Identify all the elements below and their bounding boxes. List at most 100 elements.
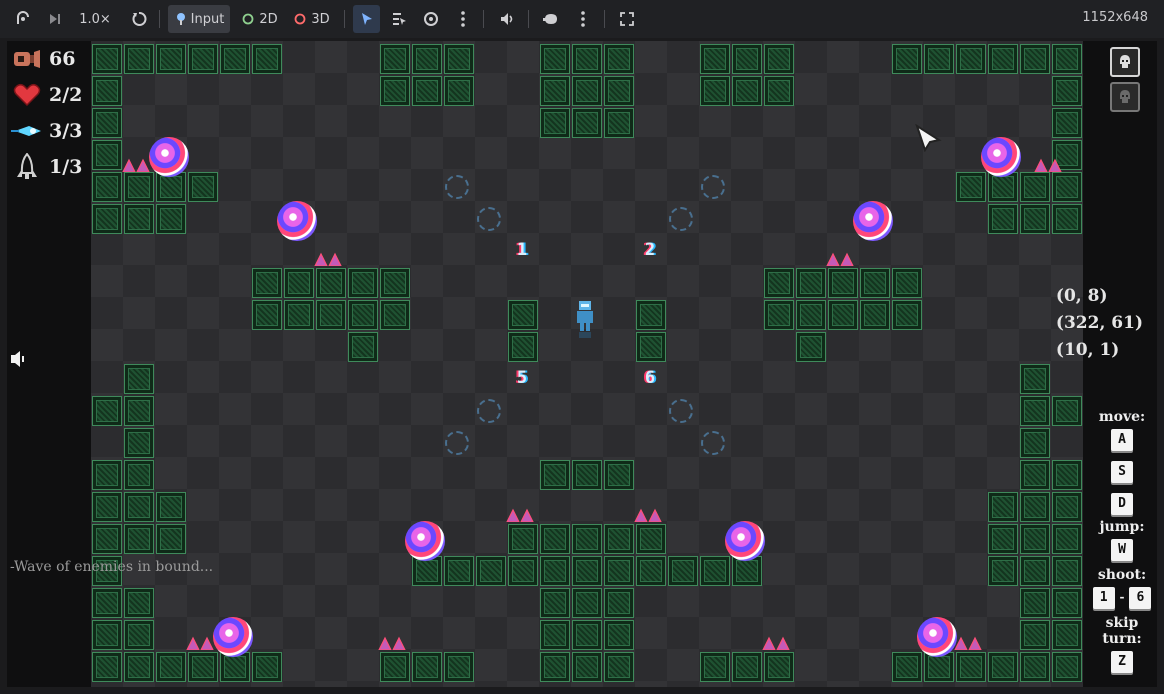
heart-icon [11,81,43,109]
wall-tile [156,204,186,234]
more-options-icon[interactable] [572,5,594,33]
wall-tile [796,300,826,330]
wall-tile [284,300,314,330]
wall-tile [476,556,506,586]
coord-line: (322, 61) [1055,313,1143,333]
wall-tile [988,44,1018,74]
wall-tile [1052,588,1082,618]
wall-tile [412,76,442,106]
wall-tile [572,76,602,106]
wall-tile [92,204,122,234]
wall-tile [988,204,1018,234]
wall-tile [604,460,634,490]
input-mode-button[interactable]: Input [168,5,230,33]
wall-tile [668,556,698,586]
wall-tile [636,332,666,362]
wall-tile [252,652,282,682]
wall-tile [1052,204,1082,234]
target-ring-icon [477,207,501,231]
select-arrow-icon[interactable] [353,5,380,33]
key-1: 1 [1092,587,1115,609]
wall-tile [92,76,122,106]
key-6: 6 [1129,587,1152,609]
fullscreen-icon[interactable] [616,5,638,33]
reset-speed-icon[interactable] [128,5,150,33]
wall-tile [1020,492,1050,522]
spike-trap-icon [377,635,409,651]
wall-tile [988,524,1018,554]
enemy-orb-icon [405,521,445,561]
view-3d-button[interactable]: 3D [292,5,332,33]
wall-tile [604,556,634,586]
wall-tile [924,44,954,74]
key-d: D [1111,493,1133,515]
mouse-cursor-icon [915,123,943,156]
wall-tile [1052,652,1082,682]
key-z: Z [1111,651,1133,673]
wall-tile [764,652,794,682]
skip-label: skip [1105,615,1139,631]
speed-selector[interactable]: 1.0× [76,5,114,33]
wall-tile [988,556,1018,586]
wall-tile [156,524,186,554]
step-frame-icon[interactable] [44,5,66,33]
enemy-orb-icon [725,521,765,561]
wall-tile [860,300,890,330]
wall-tile [572,108,602,138]
wall-tile [732,76,762,106]
circle-3d-icon [294,13,306,25]
wall-tile [444,652,474,682]
shoot-slot-6: 6 [644,368,656,388]
wall-tile [1020,652,1050,682]
more-options-icon[interactable] [452,5,474,33]
wall-tile [572,524,602,554]
editor-toolbar: 1.0× Input 2D 3D 1152x648 [0,0,1164,38]
wall-tile [1052,396,1082,426]
wall-tile [188,44,218,74]
lives-stat: 1/3 [11,153,82,181]
target-ring-icon [477,399,501,423]
rocket-icon [11,153,43,181]
wall-tile [380,268,410,298]
status-message: -Wave of enemies in bound... [10,559,214,575]
key-s: S [1111,461,1133,483]
wall-tile [540,460,570,490]
wall-tile [764,268,794,298]
wall-tile [508,332,538,362]
target-ring-icon [445,175,469,199]
view-2d-button[interactable]: 2D [240,5,280,33]
wall-tile [92,492,122,522]
target-ring-icon [669,207,693,231]
toolbar-separator [159,10,160,28]
remote-debug-icon[interactable] [12,5,34,33]
wall-tile [1020,204,1050,234]
camera-override-icon[interactable] [540,5,562,33]
skull-button-active[interactable] [1110,47,1140,77]
sound-icon[interactable] [9,349,27,373]
wall-tile [604,44,634,74]
wall-tile [604,620,634,650]
wall-tile [1020,44,1050,74]
shoot-label: shoot: [1097,567,1147,583]
skull-icon [1120,90,1130,103]
wall-tile [700,44,730,74]
spike-trap-icon [505,507,537,523]
list-select-icon[interactable] [388,5,410,33]
wall-tile [380,76,410,106]
wall-tile [444,556,474,586]
wall-tile [188,652,218,682]
wall-tile [348,268,378,298]
audio-speaker-icon[interactable] [496,5,518,33]
skull-button-inactive[interactable] [1110,82,1140,112]
wall-tile [92,172,122,202]
shoot-slot-5: 5 [516,368,528,388]
game-viewport[interactable]: 1256 66 2/2 3/3 1/3 -Wave of enemies in … [7,41,1157,687]
enemy-orb-icon [981,137,1021,177]
view-3d-label: 3D [311,11,330,27]
spike-trap-icon [313,251,345,267]
visibility-eye-icon[interactable] [420,5,442,33]
wall-tile [92,588,122,618]
wall-tile [380,44,410,74]
wall-tile [540,524,570,554]
wall-tile [92,460,122,490]
